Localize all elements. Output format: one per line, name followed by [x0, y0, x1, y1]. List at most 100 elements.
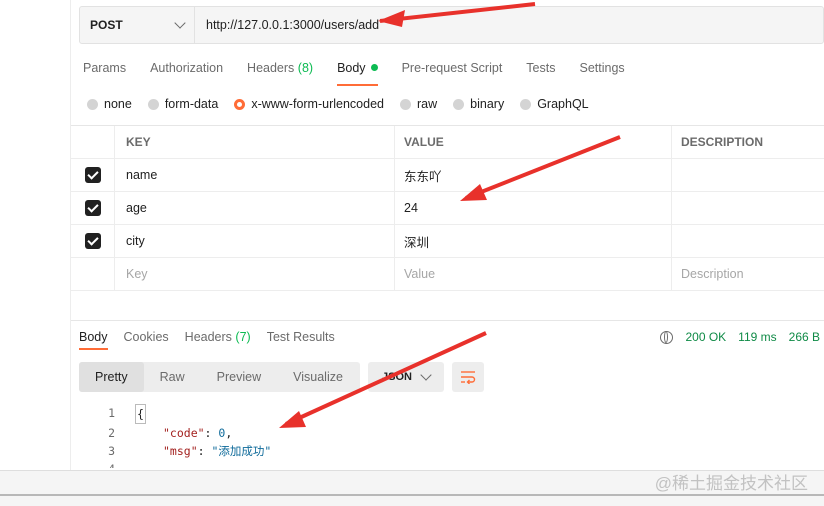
response-tab-test-results[interactable]: Test Results [267, 330, 335, 349]
line-number: 3 [108, 444, 115, 458]
tab-tests[interactable]: Tests [526, 61, 555, 85]
radio-icon [520, 98, 532, 110]
radio-binary[interactable]: binary [453, 97, 504, 111]
radio-form-data[interactable]: form-data [147, 97, 219, 111]
response-tab-body[interactable]: Body [79, 330, 108, 350]
wrap-lines-icon [461, 371, 476, 384]
description-cell[interactable] [671, 159, 824, 191]
tab-label: Body [79, 330, 108, 344]
radio-raw[interactable]: raw [400, 97, 437, 111]
row-checkbox-cell [71, 225, 114, 257]
wrap-lines-button[interactable] [452, 362, 484, 392]
radio-icon [400, 98, 411, 110]
value-input[interactable]: Value [394, 258, 671, 290]
json-key: "msg" [163, 444, 198, 458]
response-tab-cookies[interactable]: Cookies [124, 330, 169, 349]
response-time[interactable]: 119 ms [738, 330, 776, 344]
response-divider [71, 320, 824, 321]
json-key: "code" [163, 426, 205, 440]
watermark: @稀土掘金技术社区 [654, 474, 808, 493]
tab-authorization[interactable]: Authorization [150, 61, 223, 85]
json-value: 0 [218, 426, 226, 440]
table-header-row: KEY VALUE DESCRIPTION [71, 126, 824, 159]
tab-label: Body [337, 61, 366, 75]
row-checkbox-cell [71, 258, 114, 290]
row-checkbox[interactable] [84, 200, 101, 216]
radio-label: raw [417, 97, 438, 111]
key-cell[interactable]: age [114, 192, 394, 224]
radio-icon [147, 98, 159, 110]
format-pretty[interactable]: Pretty [79, 362, 144, 392]
response-code-editor[interactable]: 1{ 2"code": 0, 3"msg": "添加成功" 4 [79, 404, 271, 468]
key-cell[interactable]: city [114, 225, 394, 257]
method-label: POST [90, 18, 123, 32]
language-select[interactable]: JSON [368, 362, 444, 392]
status-code[interactable]: 200 OK [685, 330, 726, 344]
tab-label: Params [83, 61, 127, 75]
key-input[interactable]: Key [114, 258, 394, 290]
key-cell[interactable]: name [114, 159, 394, 191]
tab-pre-request-script[interactable]: Pre-request Script [402, 61, 503, 85]
tab-headers[interactable]: Headers (8) [247, 61, 313, 85]
row-checkbox[interactable] [84, 167, 101, 183]
globe-icon[interactable] [660, 330, 674, 344]
column-header-key: KEY [114, 126, 394, 158]
response-size[interactable]: 266 B [789, 330, 820, 344]
tab-label: Cookies [123, 330, 169, 344]
radio-label: form-data [164, 97, 219, 111]
chevron-down-icon [420, 369, 432, 381]
chevron-down-icon [174, 17, 186, 29]
table-row: age 24 [71, 192, 824, 225]
tab-label: Authorization [150, 61, 224, 75]
tab-settings[interactable]: Settings [579, 61, 624, 85]
header-checkbox-cell [71, 126, 114, 158]
code-line: 4 [79, 460, 271, 468]
tab-body[interactable]: Body [337, 61, 378, 86]
value-cell[interactable]: 深圳 [394, 225, 671, 257]
format-preview[interactable]: Preview [201, 362, 277, 392]
sidebar-strip [0, 0, 71, 470]
url-input[interactable]: http://127.0.0.1:3000/users/add [195, 18, 379, 32]
tab-label: Test Results [266, 330, 335, 344]
tab-label: Settings [579, 61, 625, 75]
description-cell[interactable] [671, 225, 824, 257]
radio-label: binary [470, 97, 505, 111]
radio-icon [453, 98, 465, 110]
request-tabs: Params Authorization Headers (8) Body Pr… [83, 61, 649, 86]
body-type-radios: none form-data x-www-form-urlencoded raw… [87, 97, 605, 111]
response-tab-headers[interactable]: Headers (7) [185, 330, 251, 349]
radio-icon [87, 98, 98, 110]
code-brace: { [135, 404, 146, 424]
radio-label: none [104, 97, 132, 111]
radio-graphql[interactable]: GraphQL [520, 97, 589, 111]
language-label: JSON [382, 371, 412, 383]
code-line: 3 "msg": "添加成功" [79, 442, 271, 460]
value-cell[interactable]: 东东吖 [394, 159, 671, 191]
description-input[interactable]: Description [671, 258, 824, 290]
value-cell[interactable]: 24 [394, 192, 671, 224]
radio-selected-icon [234, 98, 246, 110]
row-checkbox-cell [71, 159, 114, 191]
tab-count: (8) [297, 61, 314, 75]
window-bottom-border [0, 494, 824, 496]
method-select[interactable]: POST [80, 7, 195, 43]
code-line: 1{ [79, 404, 271, 424]
request-url-bar: POST http://127.0.0.1:3000/users/add [79, 6, 824, 44]
tab-label: Pre-request Script [401, 61, 503, 75]
column-header-description: DESCRIPTION [671, 126, 824, 158]
description-cell[interactable] [671, 192, 824, 224]
tab-params[interactable]: Params [83, 61, 126, 85]
radio-x-www-form-urlencoded[interactable]: x-www-form-urlencoded [234, 97, 384, 111]
table-row-empty: Key Value Description [71, 258, 824, 291]
tab-label: Headers [247, 61, 295, 75]
line-number: 4 [79, 460, 135, 468]
radio-none[interactable]: none [87, 97, 132, 111]
body-active-dot-icon [370, 64, 378, 71]
row-checkbox[interactable] [84, 233, 101, 249]
format-raw[interactable]: Raw [144, 362, 201, 392]
line-number: 1 [108, 406, 115, 420]
column-header-value: VALUE [394, 126, 671, 158]
format-visualize[interactable]: Visualize [277, 362, 359, 392]
format-tabs: Pretty Raw Preview Visualize [79, 362, 360, 392]
table-row: name 东东吖 [71, 159, 824, 192]
